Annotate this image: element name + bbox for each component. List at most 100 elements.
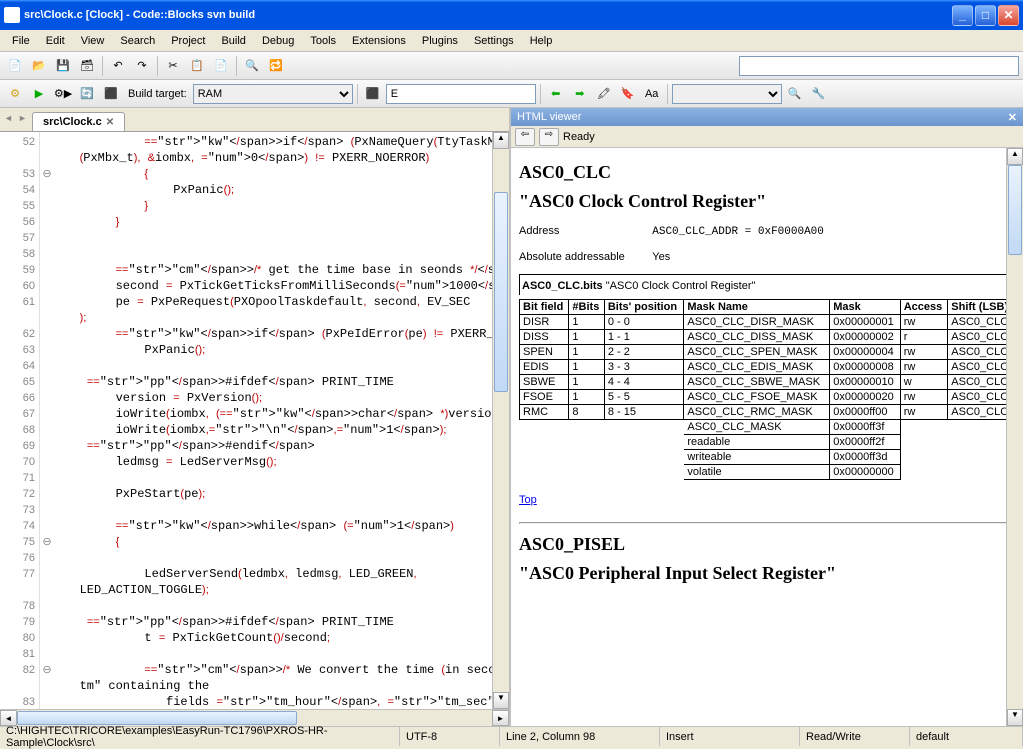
menu-project[interactable]: Project [163,33,213,49]
toolbar-combo[interactable] [739,56,1019,76]
line-gutter: 5253545556575859606162636465666768697071… [0,132,40,709]
table-row: DISR10 - 0ASC0_CLC_DISR_MASK0x00000001rw… [520,315,1015,330]
tab-clock-c[interactable]: src\Clock.c ✕ [32,112,125,131]
build-run-icon[interactable]: ⚙▶ [52,83,74,105]
panel-close-icon[interactable]: ✕ [1008,111,1017,124]
top-link[interactable]: Top [519,494,537,506]
debug-stop-icon[interactable]: ⬛ [362,83,384,105]
tool-icon[interactable]: 🔧 [808,83,830,105]
hscroll-thumb[interactable] [17,711,297,725]
menu-view[interactable]: View [73,33,113,49]
rebuild-icon[interactable]: 🔄 [76,83,98,105]
table-caption: ASC0_CLC.bits "ASC0 Clock Control Regist… [519,274,1015,295]
status-insert: Insert [660,727,800,746]
forward-icon[interactable]: ⇨ [539,128,559,146]
table-row: volatile0x00000000 [520,465,1015,480]
editor-hscroll[interactable]: ◄ ► [0,709,509,726]
cut-icon[interactable]: ✂ [162,55,184,77]
col-header: #Bits [569,300,604,315]
open-icon[interactable]: 📂 [28,55,50,77]
fold-gutter[interactable]: ⊖⊖⊖ [40,132,54,709]
status-profile: default [910,727,1023,746]
new-file-icon[interactable]: 📄 [4,55,26,77]
abs-label: Absolute addressable [519,251,649,263]
save-all-icon[interactable]: 🗃 [76,55,98,77]
maximize-button[interactable]: □ [975,5,996,26]
prev-icon[interactable]: ⬅ [545,83,567,105]
scroll-up-icon[interactable]: ▲ [1007,148,1023,165]
viewer-content[interactable]: ASC0_CLC "ASC0 Clock Control Register" A… [511,148,1023,726]
menu-file[interactable]: File [4,33,38,49]
col-header: Mask Name [684,300,830,315]
table-row: readable0x0000ff2f [520,435,1015,450]
window-title: src\Clock.c [Clock] - Code::Blocks svn b… [24,9,952,21]
build-target-select[interactable]: RAM [193,84,353,104]
scroll-thumb[interactable] [494,192,508,392]
address-value: ASC0_CLC_ADDR = 0xF0000A00 [652,226,824,238]
scroll-right-icon[interactable]: ► [492,710,509,726]
menu-plugins[interactable]: Plugins [414,33,466,49]
next-icon[interactable]: ➡ [569,83,591,105]
tab-prev-icon[interactable]: ◄ [4,113,18,131]
code-text[interactable]: =="str">"kw"</span>>if</span> (PxNameQue… [54,132,492,709]
save-icon[interactable]: 💾 [52,55,74,77]
minimize-button[interactable]: _ [952,5,973,26]
title-bar: src\Clock.c [Clock] - Code::Blocks svn b… [0,0,1023,30]
replace-icon[interactable]: 🔁 [265,55,287,77]
redo-icon[interactable]: ↷ [131,55,153,77]
menu-extensions[interactable]: Extensions [344,33,414,49]
build-target-label: Build target: [128,88,187,100]
col-header: Bit field [520,300,569,315]
scroll-down-icon[interactable]: ▼ [493,692,509,709]
search-field[interactable] [386,84,536,104]
menu-search[interactable]: Search [112,33,163,49]
undo-icon[interactable]: ↶ [107,55,129,77]
scroll-thumb[interactable] [1008,165,1022,255]
bookmark-icon[interactable]: 🔖 [617,83,639,105]
col-header: Shift (LSB) [948,300,1015,315]
scroll-down-icon[interactable]: ▼ [1007,709,1023,726]
panel-titlebar: HTML viewer ✕ [511,108,1023,126]
table-row: EDIS13 - 3ASC0_CLC_EDIS_MASK0x00000008rw… [520,360,1015,375]
panel-title-text: HTML viewer [517,111,581,123]
find-icon[interactable]: 🔍 [241,55,263,77]
menu-tools[interactable]: Tools [302,33,344,49]
stop-icon[interactable]: ⬛ [100,83,122,105]
viewer-vscroll[interactable]: ▲ ▼ [1006,148,1023,726]
menu-edit[interactable]: Edit [38,33,73,49]
menu-build[interactable]: Build [213,33,253,49]
back-icon[interactable]: ⇦ [515,128,535,146]
menu-settings[interactable]: Settings [466,33,522,49]
col-header: Bits' position [604,300,684,315]
abs-value: Yes [652,251,670,263]
tab-next-icon[interactable]: ► [18,113,32,131]
menu-help[interactable]: Help [522,33,561,49]
search-symbol-icon[interactable]: 🔍 [784,83,806,105]
build-icon[interactable]: ⚙ [4,83,26,105]
divider [519,522,1015,524]
col-header: Access [900,300,948,315]
case-icon[interactable]: Aa [641,83,663,105]
status-position: Line 2, Column 98 [500,727,660,746]
symbol-select[interactable] [672,84,782,104]
code-editor[interactable]: 5253545556575859606162636465666768697071… [0,132,509,709]
register-desc: "ASC0 Clock Control Register" [519,191,1015,212]
close-button[interactable]: ✕ [998,5,1019,26]
table-row: DISS11 - 1ASC0_CLC_DISS_MASK0x00000002rA… [520,330,1015,345]
highlight-icon[interactable]: 🖍 [593,83,615,105]
status-path: C:\HIGHTEC\TRICORE\examples\EasyRun-TC17… [0,727,400,746]
menu-debug[interactable]: Debug [254,33,302,49]
editor-vscroll[interactable]: ▲ ▼ [492,132,509,709]
scroll-up-icon[interactable]: ▲ [493,132,509,149]
editor-panel: ◄ ► src\Clock.c ✕ 5253545556575859606162… [0,108,511,726]
status-bar: C:\HIGHTEC\TRICORE\examples\EasyRun-TC17… [0,726,1023,746]
copy-icon[interactable]: 📋 [186,55,208,77]
paste-icon[interactable]: 📄 [210,55,232,77]
tab-label: src\Clock.c [43,116,102,128]
run-icon[interactable]: ▶ [28,83,50,105]
bits-table: Bit field#BitsBits' positionMask NameMas… [519,299,1015,480]
register-name: ASC0_CLC [519,162,1015,183]
tab-close-icon[interactable]: ✕ [106,117,114,128]
col-header: Mask [830,300,901,315]
menu-bar: FileEditViewSearchProjectBuildDebugTools… [0,30,1023,52]
